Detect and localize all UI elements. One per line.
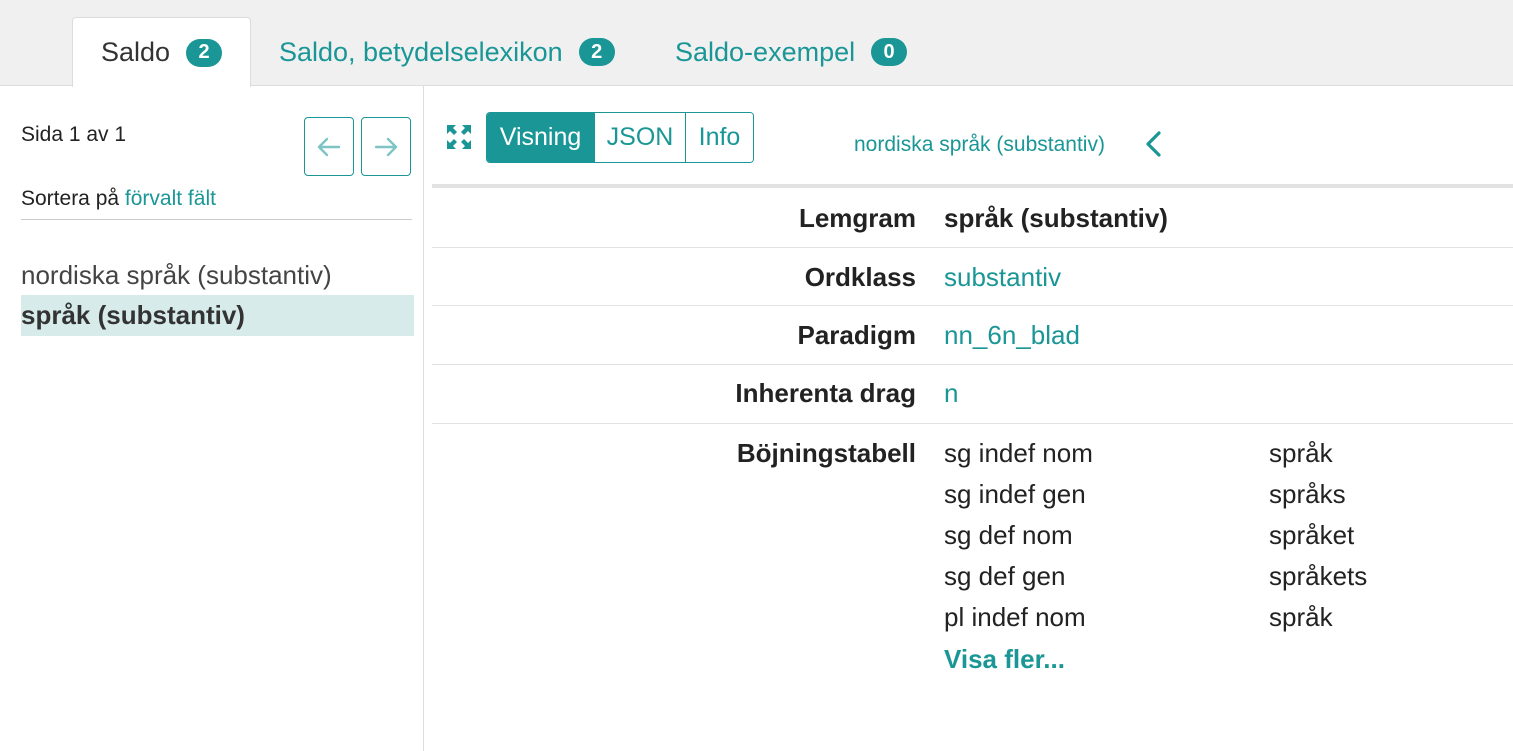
tab-label: Saldo <box>101 37 171 67</box>
inflection-form: pl indef nom <box>944 602 1086 632</box>
tab-label: Saldo-exempel <box>675 36 856 67</box>
expand-icon[interactable] <box>446 124 472 150</box>
field-row-lemgram: Lemgram språk (substantiv) <box>432 188 1513 248</box>
arrow-right-icon <box>374 137 398 156</box>
inflection-word: språket <box>1269 520 1355 550</box>
field-key: Böjningstabell <box>736 438 916 468</box>
prev-page-button[interactable] <box>304 117 354 176</box>
arrow-left-icon <box>317 137 341 156</box>
result-item[interactable]: nordiska språk (substantiv) <box>21 255 414 296</box>
visning-button[interactable]: Visning <box>487 113 594 162</box>
field-key: Paradigm <box>797 320 917 350</box>
field-key: Ordklass <box>804 262 916 292</box>
field-value-link[interactable]: nn_6n_blad <box>944 320 1080 351</box>
info-button[interactable]: Info <box>685 113 753 162</box>
results-sidebar: Sida 1 av 1 Sortera på förvalt fält nord… <box>0 86 424 751</box>
field-row-inherenta-drag: Inherenta drag n <box>432 365 1513 424</box>
inflection-word: språk <box>1269 438 1333 468</box>
show-more-link[interactable]: Visa fler... <box>944 644 1065 675</box>
tab-saldo-betydelselexikon[interactable]: Saldo, betydelselexikon 2 <box>279 17 615 87</box>
inflection-form: sg indef nom <box>944 438 1093 468</box>
breadcrumb-link[interactable]: nordiska språk (substantiv) <box>854 133 1105 157</box>
count-badge: 2 <box>578 38 615 66</box>
count-badge: 2 <box>186 38 223 67</box>
field-value: språk (substantiv) <box>944 203 1168 233</box>
json-button[interactable]: JSON <box>594 113 685 162</box>
sort-row: Sortera på förvalt fält <box>21 187 412 220</box>
result-label: nordiska språk (substantiv) <box>21 260 332 290</box>
chevron-left-icon[interactable] <box>1144 130 1164 158</box>
inflection-form: sg def gen <box>944 561 1066 591</box>
tab-saldo-exempel[interactable]: Saldo-exempel 0 <box>675 17 908 87</box>
entry-panel: Visning JSON Info nordiska språk (substa… <box>432 86 1513 751</box>
field-key: Lemgram <box>798 203 916 233</box>
field-value-link[interactable]: substantiv <box>944 262 1061 293</box>
page-info: Sida 1 av 1 <box>21 123 127 146</box>
sort-field-link[interactable]: förvalt fält <box>125 187 216 210</box>
sort-label: Sortera på <box>21 187 120 210</box>
field-row-ordklass: Ordklass substantiv <box>432 248 1513 306</box>
field-key: Inherenta drag <box>735 378 916 408</box>
tab-saldo[interactable]: Saldo 2 <box>72 17 251 87</box>
tab-bar: Saldo 2 Saldo, betydelselexikon 2 Saldo-… <box>0 0 1513 87</box>
tab-label: Saldo, betydelselexikon <box>279 36 563 67</box>
field-value-link[interactable]: n <box>944 378 958 409</box>
count-badge: 0 <box>871 38 908 66</box>
field-row-paradigm: Paradigm nn_6n_blad <box>432 306 1513 365</box>
result-item-selected[interactable]: språk (substantiv) <box>21 295 414 336</box>
inflection-form: sg def nom <box>944 520 1073 550</box>
view-switcher: Visning JSON Info <box>486 112 754 163</box>
inflection-word: språk <box>1269 602 1333 632</box>
result-label: språk (substantiv) <box>21 300 245 330</box>
next-page-button[interactable] <box>361 117 411 176</box>
inflection-word: språks <box>1269 479 1346 509</box>
inflection-word: språkets <box>1269 561 1368 591</box>
inflection-form: sg indef gen <box>944 479 1086 509</box>
